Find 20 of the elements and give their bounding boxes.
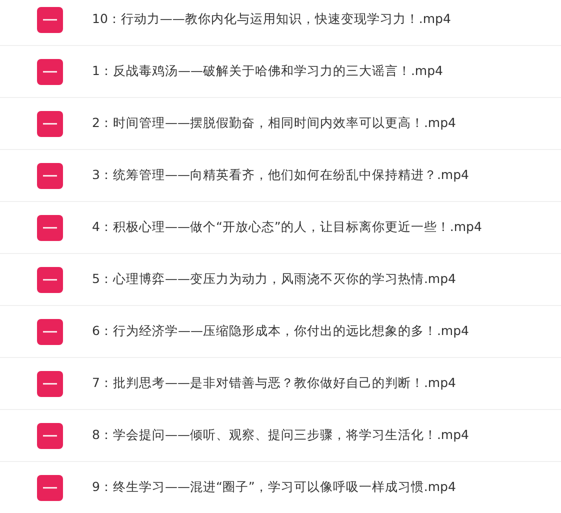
file-name[interactable]: 8：学会提问——倾听、观察、提问三步骤，将学习生活化！.mp4	[92, 427, 469, 444]
file-name[interactable]: 7：批判思考——是非对错善与恶？教你做好自己的判断！.mp4	[92, 375, 456, 392]
file-name[interactable]: 5：心理博弈——变压力为动力，风雨浇不灭你的学习热情.mp4	[92, 271, 456, 288]
video-file-icon	[37, 266, 63, 292]
video-file-icon	[37, 162, 63, 188]
video-file-icon	[37, 370, 63, 396]
file-name[interactable]: 1：反战毒鸡汤——破解关于哈佛和学习力的三大谣言！.mp4	[92, 63, 443, 80]
file-name[interactable]: 3：统筹管理——向精英看齐，他们如何在纷乱中保持精进？.mp4	[92, 167, 469, 184]
video-file-icon	[37, 422, 63, 448]
file-name[interactable]: 9：终生学习——混进“圈子”，学习可以像呼吸一样成习惯.mp4	[92, 479, 456, 496]
video-file-icon	[37, 474, 63, 500]
video-file-icon	[37, 318, 63, 344]
file-name[interactable]: 10：行动力——教你内化与运用知识，快速变现学习力！.mp4	[92, 11, 451, 28]
video-file-icon	[37, 110, 63, 136]
file-name[interactable]: 2：时间管理——摆脱假勤奋，相同时间内效率可以更高！.mp4	[92, 115, 456, 132]
video-file-icon	[37, 58, 63, 84]
video-file-icon	[37, 6, 63, 32]
video-file-icon	[37, 214, 63, 240]
file-name[interactable]: 6：行为经济学——压缩隐形成本，你付出的远比想象的多！.mp4	[92, 323, 469, 340]
file-name[interactable]: 4：积极心理——做个“开放心态”的人，让目标离你更近一些！.mp4	[92, 219, 482, 236]
